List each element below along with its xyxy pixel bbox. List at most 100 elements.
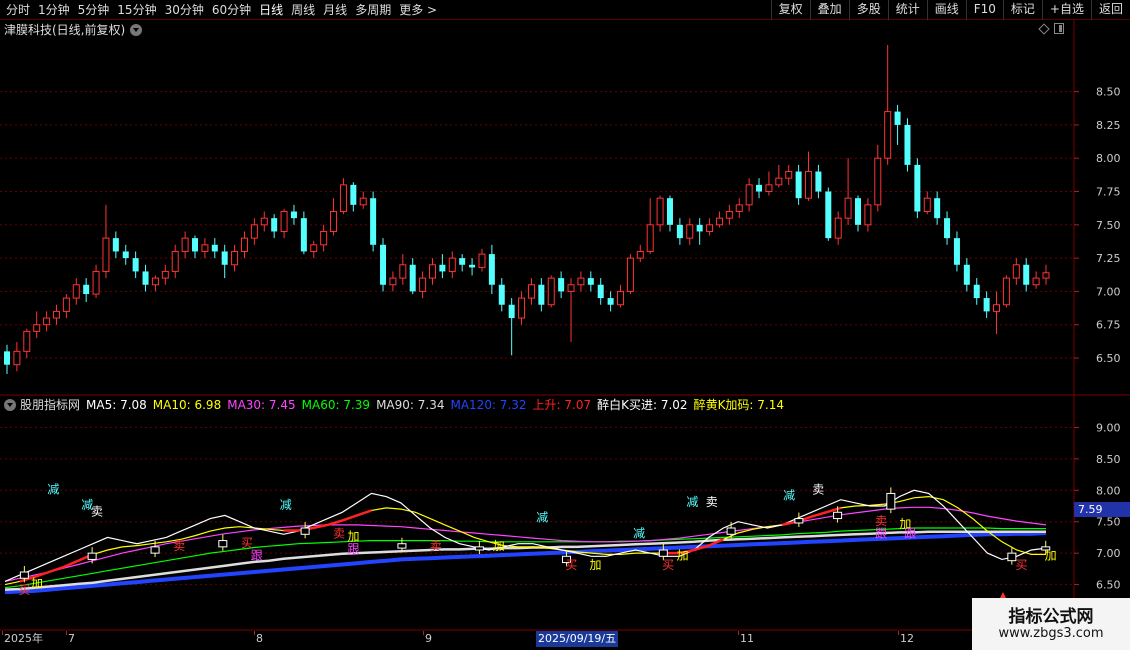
price-tick-label: 8.00 [1096, 152, 1121, 165]
candle-body [142, 271, 149, 285]
candle-body [894, 111, 901, 125]
candle-body [132, 258, 139, 272]
candle-body [696, 224, 703, 232]
candle-body [617, 290, 625, 306]
candle-body [953, 238, 960, 265]
signal-label: 加 [493, 539, 505, 553]
candle-body [330, 211, 338, 232]
candle-body [765, 184, 773, 193]
signal-label: 减 [633, 526, 645, 540]
time-axis-tick [898, 631, 899, 635]
signal-candle-body [300, 527, 310, 535]
indicator-value: MA60: 7.39 [301, 398, 371, 412]
candle-body [419, 277, 427, 292]
signal-label: 减 [47, 482, 59, 496]
indicator-bar: 股朋指标网 MA5: 7.08 MA10: 6.98 MA30: 7.45 MA60:… [4, 397, 790, 413]
indicator-tick-label: 6.50 [1096, 579, 1121, 592]
candle-body [567, 284, 575, 292]
price-tick-label: 7.25 [1096, 252, 1121, 265]
candle-body [547, 277, 555, 306]
time-axis: 2025年789101112 [0, 631, 972, 647]
candle-body [260, 217, 268, 226]
price-tick-label: 7.75 [1096, 186, 1121, 199]
candle-body [735, 204, 743, 212]
candle-body [428, 264, 436, 279]
candle-body [201, 244, 209, 252]
candle-body [706, 224, 714, 232]
signal-label: 加 [31, 577, 43, 591]
candle-body [983, 298, 990, 312]
candle-body [339, 184, 347, 212]
signal-label: 减 [783, 489, 795, 503]
signal-label: 买 [1016, 558, 1028, 572]
candle-body [1023, 264, 1030, 285]
signal-label: 卖 [706, 495, 718, 509]
candle-body [508, 304, 515, 319]
candle-body [52, 310, 60, 319]
candle-body [370, 198, 377, 245]
signal-candle-body [833, 511, 843, 520]
candle-body [151, 277, 159, 286]
signal-label: 卖 [333, 526, 345, 540]
candle-body [409, 264, 416, 292]
indicator-dropdown-icon[interactable] [4, 399, 16, 411]
candle-body [271, 218, 278, 232]
candle-body [587, 278, 594, 285]
indicator-name[interactable]: 股朋指标网 [20, 397, 80, 413]
time-axis-label: 8 [256, 632, 263, 645]
candle-body [864, 204, 872, 226]
time-axis-tick [423, 631, 424, 635]
signal-candle-body [658, 549, 668, 557]
candle-body [469, 264, 476, 268]
candle-body [884, 111, 892, 159]
candle-body [221, 251, 228, 265]
candle-body [62, 297, 70, 312]
candle-body [320, 230, 328, 246]
signal-label: 卖 [812, 482, 824, 496]
indicator-value: 上升: 7.07 [532, 398, 592, 412]
candle-body [963, 264, 970, 285]
candle-body [973, 284, 980, 299]
candle-body [715, 217, 723, 226]
time-axis-tick [254, 631, 255, 635]
indicator-value: MA120: 7.32 [450, 398, 527, 412]
signal-label: 买 [565, 558, 577, 572]
candle-body [399, 264, 407, 279]
candle-body [914, 164, 921, 212]
candle-body [310, 244, 318, 252]
candle-body [993, 304, 1001, 312]
candle-body [250, 224, 258, 239]
indicator-values: MA5: 7.08 MA10: 6.98 MA30: 7.45 MA60: 7.39 M… [86, 397, 790, 413]
rising-segment [283, 509, 372, 532]
ma-line [4, 495, 1046, 586]
candle-body [290, 211, 297, 219]
candle-body [280, 211, 288, 232]
candle-body [102, 237, 110, 272]
cursor-date-label: 2025/09/19/五 [536, 631, 619, 647]
candle-body [825, 191, 832, 239]
time-axis-label: 9 [425, 632, 432, 645]
signal-candle-body [886, 492, 896, 510]
current-price-tag: 7.59 [1074, 502, 1130, 517]
candle-body [439, 264, 446, 272]
candle-body [686, 224, 694, 239]
indicator-value: MA10: 6.98 [152, 398, 222, 412]
indicator-value: MA90: 7.34 [376, 398, 445, 412]
signal-label: 减 [536, 511, 548, 525]
price-tick-label: 6.75 [1096, 319, 1121, 332]
signal-label: 减 [280, 498, 292, 512]
candle-body [1002, 277, 1010, 306]
candle-body [725, 211, 733, 219]
candle-body [181, 237, 189, 252]
candle-body [478, 253, 486, 268]
time-axis-label: 12 [900, 632, 914, 645]
candle-body [13, 350, 21, 366]
candle-body [359, 197, 367, 206]
candle-body [944, 218, 951, 239]
signal-label: 跟 [875, 526, 887, 540]
indicator-tick-label: 7.50 [1096, 516, 1121, 529]
candle-body [656, 197, 664, 226]
signal-label: 加 [1045, 548, 1057, 562]
signal-candle-body [397, 543, 407, 549]
candle-body [488, 254, 495, 285]
